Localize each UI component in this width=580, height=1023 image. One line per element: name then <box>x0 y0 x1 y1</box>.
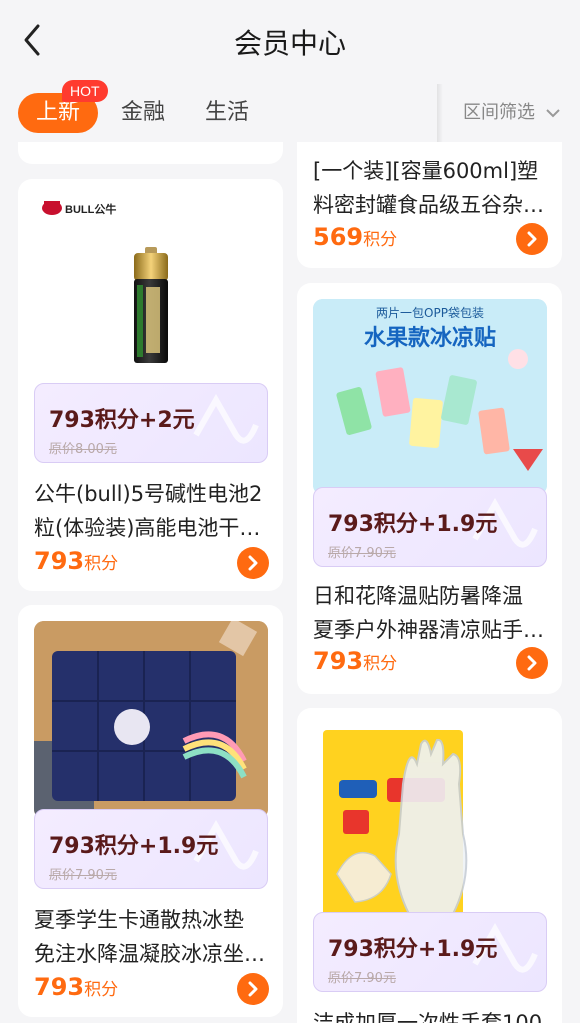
header: 会员中心 <box>0 0 580 84</box>
go-button[interactable] <box>237 547 269 579</box>
tab-new-label: 上新 <box>35 100 80 125</box>
product-card[interactable]: 两片一包OPP袋包装 水果款冰凉贴 793积分+1.9元 原价7.90元 日和花… <box>297 283 562 694</box>
product-image <box>34 621 268 819</box>
price-combo: 793积分+2元 <box>49 408 195 433</box>
original-price: 原价7.90元 <box>328 971 396 986</box>
range-filter-button[interactable]: 区间筛选 <box>463 93 561 133</box>
go-button[interactable] <box>516 223 548 255</box>
chevron-right-icon <box>248 555 258 571</box>
product-grid: BULL公牛 793积分+2元 原价8.00元 公牛(bull)5号碱性电池2 … <box>0 142 580 1023</box>
hot-badge: HOT <box>62 80 108 102</box>
brand-text: BULL公牛 <box>65 202 116 216</box>
product-title: 夏季学生卡通散热冰垫 免注水降温凝胶冰凉坐… <box>34 908 265 966</box>
price-combo: 793积分+1.9元 <box>328 937 498 962</box>
original-price: 原价8.00元 <box>49 442 117 457</box>
product-card[interactable]: 793积分+1.9元 原价7.90元 夏季学生卡通散热冰垫 免注水降温凝胶冰凉坐… <box>18 605 283 1017</box>
cooling-patch-image: 两片一包OPP袋包装 水果款冰凉贴 <box>313 299 547 495</box>
go-button[interactable] <box>516 647 548 679</box>
price-combo: 793积分+1.9元 <box>49 834 219 859</box>
chevron-right-icon <box>527 655 537 671</box>
product-card[interactable]: 793积分+1.9元 原价7.90元 洁成加厚一次性手套100 <box>297 708 562 1023</box>
product-title: 日和花降温贴防暑降温 夏季户外神器清凉贴手… <box>313 584 544 642</box>
product-image: 两片一包OPP袋包装 水果款冰凉贴 <box>313 299 547 495</box>
go-button[interactable] <box>237 973 269 1005</box>
price-combo: 793积分+1.9元 <box>328 512 498 537</box>
divider <box>437 84 443 142</box>
points-price: 569积分 <box>313 223 398 251</box>
points-price: 793积分 <box>34 973 119 1001</box>
decorative-wave-icon <box>193 393 259 444</box>
points-price: 793积分 <box>34 547 119 575</box>
battery-image: BULL公牛 <box>42 201 168 363</box>
page-title: 会员中心 <box>233 27 346 60</box>
product-title: [一个装][容量600ml]塑 料密封罐食品级五谷杂… <box>313 159 544 217</box>
category-tabs: 上新 HOT 金融 生活 区间筛选 <box>0 80 580 142</box>
price-combo-box: 793积分+2元 原价8.00元 <box>34 383 268 463</box>
banner-subtitle: 两片一包OPP袋包装 <box>376 306 484 320</box>
chevron-down-icon <box>546 109 560 118</box>
banner-title: 水果款冰凉贴 <box>364 325 496 351</box>
original-price: 原价7.90元 <box>49 868 117 883</box>
price-combo-box: 793积分+1.9元 原价7.90元 <box>313 487 547 567</box>
original-price: 原价7.90元 <box>328 546 396 561</box>
price-combo-box: 793积分+1.9元 原价7.90元 <box>34 809 268 889</box>
product-card[interactable]: [一个装][容量600ml]塑 料密封罐食品级五谷杂… 569积分 <box>297 142 562 268</box>
chevron-right-icon <box>248 981 258 997</box>
product-image <box>313 724 547 922</box>
tab-finance[interactable]: 金融 <box>121 93 165 133</box>
price-combo-box: 793积分+1.9元 原价7.90元 <box>313 912 547 992</box>
gloves-image <box>323 730 468 916</box>
tab-life[interactable]: 生活 <box>205 93 249 133</box>
product-title: 公牛(bull)5号碱性电池2 粒(体验装)高能电池干… <box>34 482 263 540</box>
product-image: BULL公牛 <box>34 195 268 393</box>
points-price: 793积分 <box>313 647 398 675</box>
product-card-partial[interactable] <box>18 142 283 164</box>
product-title: 洁成加厚一次性手套100 <box>313 1011 543 1023</box>
range-filter-label: 区间筛选 <box>463 102 535 123</box>
chevron-right-icon <box>527 231 537 247</box>
cooling-pad-image <box>34 621 268 819</box>
product-card[interactable]: BULL公牛 793积分+2元 原价8.00元 公牛(bull)5号碱性电池2 … <box>18 179 283 591</box>
